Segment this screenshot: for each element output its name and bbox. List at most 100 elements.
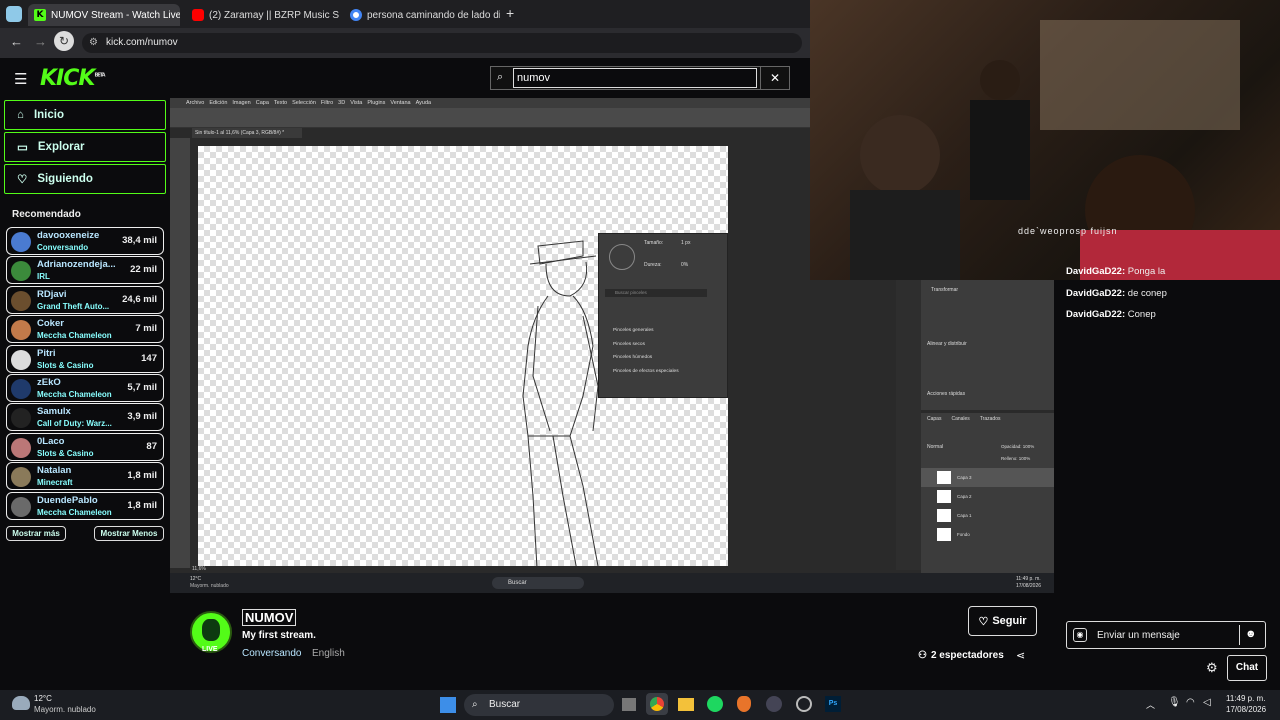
- chat-username[interactable]: DavidGaD22:: [1066, 288, 1125, 299]
- forward-icon[interactable]: →: [34, 34, 47, 49]
- channel-avatar: [11, 232, 31, 252]
- brush-hardness-value[interactable]: 0%: [681, 262, 688, 268]
- clock-time[interactable]: 11:49 p. m.: [1226, 694, 1265, 703]
- reload-icon[interactable]: ↻: [54, 31, 74, 51]
- task-view-icon[interactable]: [622, 698, 636, 711]
- wifi-icon[interactable]: ◠: [1186, 697, 1195, 708]
- ps-layer-row[interactable]: Capa 1: [921, 506, 1054, 525]
- menu-icon[interactable]: ☰: [14, 70, 27, 88]
- spotify-icon[interactable]: [707, 696, 723, 712]
- ps-fill-value[interactable]: 100%: [1019, 456, 1031, 461]
- ps-menu-item[interactable]: Ayuda: [416, 98, 432, 108]
- chrome-taskbar-icon[interactable]: [646, 693, 668, 715]
- sidebar-item-inicio[interactable]: ⌂ Inicio: [4, 100, 166, 130]
- clock-date[interactable]: 17/08/2026: [1226, 705, 1266, 714]
- ps-menu-item[interactable]: Edición: [209, 98, 227, 108]
- recommended-channel[interactable]: davooxeneize Conversando 38,4 mil: [6, 227, 164, 255]
- smiley-icon[interactable]: ☻: [1245, 628, 1257, 640]
- back-icon[interactable]: ←: [10, 34, 23, 49]
- ps-menu-item[interactable]: Vista: [350, 98, 362, 108]
- channel-avatar: [11, 349, 31, 370]
- steam-icon[interactable]: [796, 696, 812, 712]
- recommended-channel[interactable]: Coker Meccha Chameleon 7 mil: [6, 315, 164, 344]
- ps-menu-item[interactable]: Archivo: [186, 98, 204, 108]
- share-icon[interactable]: ⋖: [1016, 649, 1025, 662]
- stream-category-link[interactable]: Conversando: [242, 648, 301, 659]
- file-explorer-icon[interactable]: [678, 698, 694, 711]
- stream-language-tag[interactable]: English: [312, 648, 345, 659]
- ps-menu-item[interactable]: Plugins: [367, 98, 385, 108]
- webcam-overlay: dde`weoprosp fuijsn: [810, 0, 1280, 280]
- show-less-label: Mostrar Menos: [100, 529, 158, 538]
- ps-menu-item[interactable]: Selección: [292, 98, 316, 108]
- browser-profile-icon[interactable]: [6, 6, 22, 22]
- brush-folder-item[interactable]: Pinceles de efectos especiales: [613, 365, 679, 379]
- windows-taskbar: 12°C Mayorm. nublado ⌕ Buscar Ps ︿ 🎙 ◠ ◁…: [0, 690, 1280, 720]
- brush-folder-item[interactable]: Pinceles secos: [613, 338, 679, 352]
- sidebar-item-explorar[interactable]: ▭ Explorar: [4, 132, 166, 162]
- app-icon[interactable]: [737, 696, 751, 712]
- chat-username[interactable]: DavidGaD22:: [1066, 266, 1125, 277]
- ps-layers-tabs: Capas Canales Trazados: [927, 416, 1000, 422]
- tab-youtube[interactable]: (2) Zaramay || BZRP Music S ✕: [186, 4, 342, 26]
- chat-input[interactable]: ◉ Enviar un mensaje ☻: [1066, 621, 1266, 649]
- kick-logo[interactable]: KICKBETA: [40, 66, 106, 91]
- follow-button[interactable]: ♡ Seguir: [968, 606, 1037, 636]
- show-less-button[interactable]: Mostrar Menos: [94, 526, 164, 541]
- recommended-channel[interactable]: zEkO Meccha Chameleon 5,7 mil: [6, 374, 164, 402]
- recommended-channel[interactable]: Pitri Slots & Casino 147: [6, 344, 164, 373]
- ps-blend-mode[interactable]: Normal: [927, 444, 943, 450]
- brush-folder-item[interactable]: Pinceles húmedos: [613, 351, 679, 365]
- clear-search-icon[interactable]: ✕: [760, 66, 790, 90]
- ps-menu-item[interactable]: 3D: [338, 98, 345, 108]
- emote-icon[interactable]: ◉: [1073, 628, 1087, 642]
- channel-category: Slots & Casino: [37, 360, 94, 370]
- ps-menu-item[interactable]: Filtro: [321, 98, 333, 108]
- photoshop-icon[interactable]: Ps: [825, 696, 841, 712]
- recommended-channel[interactable]: Adrianozendeja... IRL 22 mil: [6, 256, 164, 285]
- address-bar[interactable]: ⚙ kick.com/numov: [82, 33, 802, 53]
- channel-name: DuendePablo: [37, 494, 98, 506]
- new-tab-icon[interactable]: +: [506, 5, 514, 21]
- tab-google[interactable]: persona caminando de lado di ✕: [344, 4, 500, 26]
- brush-angle-icon[interactable]: [609, 244, 635, 270]
- search-input[interactable]: [513, 68, 757, 88]
- recommended-channel[interactable]: DuendePablo Meccha Chameleon 1,8 mil: [6, 491, 164, 520]
- show-more-button[interactable]: Mostrar más: [6, 526, 66, 541]
- brush-folder-item[interactable]: Pinceles generales: [613, 324, 679, 338]
- channel-name: Adrianozendeja...: [37, 259, 116, 271]
- ps-paths-tab[interactable]: Trazados: [980, 416, 1001, 422]
- tab-numov[interactable]: K NUMOV Stream - Watch Live o ✕: [28, 4, 180, 26]
- microphone-icon[interactable]: 🎙: [1168, 697, 1181, 708]
- tray-chevron-icon[interactable]: ︿: [1146, 698, 1155, 711]
- ps-layer-row[interactable]: Capa 2: [921, 487, 1054, 506]
- chat-send-button[interactable]: Chat: [1227, 655, 1267, 681]
- ps-opacity-value[interactable]: 100%: [1023, 444, 1035, 449]
- recommended-channel[interactable]: RDjavi Grand Theft Auto... 24,6 mil: [6, 285, 164, 314]
- obs-icon[interactable]: [766, 696, 782, 712]
- ps-menu-item[interactable]: Ventana: [390, 98, 410, 108]
- recommended-channel[interactable]: Samulx Call of Duty: Warz... 3,9 mil: [6, 403, 164, 432]
- recommended-channel[interactable]: Natalan Minecraft 1,8 mil: [6, 462, 164, 491]
- channel-category: IRL: [37, 272, 50, 282]
- streamer-name[interactable]: NUMOV: [242, 609, 297, 626]
- search-box[interactable]: ⌕: [490, 66, 790, 90]
- taskbar-search[interactable]: ⌕ Buscar: [464, 694, 614, 716]
- ps-menu-item[interactable]: Imagen: [232, 98, 250, 108]
- channel-category: Slots & Casino: [37, 448, 94, 458]
- recommended-channel[interactable]: 0Laco Slots & Casino 87: [6, 432, 164, 461]
- ps-layers-tab[interactable]: Capas: [927, 416, 941, 422]
- ps-channels-tab[interactable]: Canales: [951, 416, 969, 422]
- brush-search-input[interactable]: Buscar pinceles: [605, 289, 707, 297]
- volume-icon[interactable]: ◁: [1203, 697, 1211, 708]
- brush-size-value[interactable]: 1 px: [681, 240, 690, 246]
- sidebar-item-siguiendo[interactable]: ♡ Siguiendo: [4, 164, 166, 194]
- settings-gear-icon[interactable]: ⚙: [1206, 660, 1218, 676]
- ps-layer-row[interactable]: Capa 3: [921, 468, 1054, 487]
- windows-start-icon[interactable]: [440, 697, 456, 713]
- ps-menu-item[interactable]: Capa: [256, 98, 269, 108]
- site-info-icon[interactable]: ⚙: [89, 33, 98, 53]
- chat-username[interactable]: DavidGaD22:: [1066, 309, 1125, 320]
- ps-menu-item[interactable]: Texto: [274, 98, 287, 108]
- ps-layer-row[interactable]: Fondo: [921, 525, 1054, 544]
